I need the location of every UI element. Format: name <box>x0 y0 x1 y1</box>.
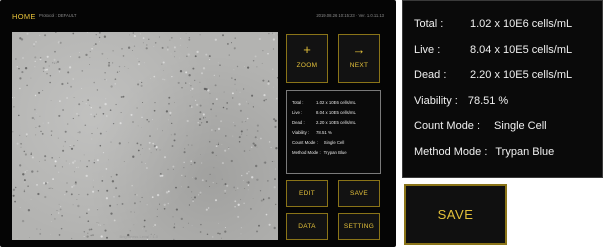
setting-button[interactable]: SETTING <box>338 213 380 240</box>
data-button[interactable]: DATA <box>286 213 328 240</box>
result-row-live: Live :8.04 x 10E5 cells/mL <box>414 43 573 56</box>
edit-button[interactable]: EDIT <box>286 180 328 207</box>
result-row-live: Live :8.04 x 10E5 cells/mL <box>292 110 356 115</box>
results-summary: Total :1.02 x 10E6 cells/mL Live :8.04 x… <box>286 90 381 174</box>
results-panel-zoomed: Total :1.02 x 10E6 cells/mL Live :8.04 x… <box>402 0 603 178</box>
zoom-button-label: ZOOM <box>296 62 318 69</box>
result-row-dead: Dead :2.20 x 10E5 cells/mL <box>292 120 356 125</box>
save-button-zoomed[interactable]: SAVE <box>404 184 507 245</box>
zoom-button[interactable]: + ZOOM <box>286 34 328 83</box>
device-screen: HOME Protocol : DEFAULT 2019.08.26 10:15… <box>0 0 396 247</box>
home-button[interactable]: HOME <box>12 12 36 21</box>
datetime-version-label: 2019.08.26 10:15:23 · Ver. 1.0.11.13 <box>316 13 384 18</box>
protocol-label: Protocol : DEFAULT <box>39 13 77 18</box>
result-row-method-mode: Method Mode : Trypan Blue <box>414 145 555 158</box>
plus-icon: + <box>303 42 311 57</box>
result-row-total: Total :1.02 x 10E6 cells/mL <box>292 100 356 105</box>
top-bar: HOME Protocol : DEFAULT 2019.08.26 10:15… <box>0 0 396 22</box>
arrow-right-icon: → <box>352 42 366 57</box>
result-row-dead: Dead :2.20 x 10E5 cells/mL <box>414 69 573 81</box>
result-row-viability: Viability :78.51 % <box>414 94 509 107</box>
result-row-count-mode: Count Mode : Single Cell <box>414 120 547 132</box>
result-row-total: Total :1.02 x 10E6 cells/mL <box>414 18 573 30</box>
result-row-count-mode: Count Mode : Single Cell <box>292 140 345 145</box>
brightness-level-label: Brightness Level : 1.0 <box>119 234 158 239</box>
cell-image-view[interactable]: Brightness Level : 1.0 <box>12 32 278 240</box>
cell-image-texture <box>12 32 278 240</box>
next-button[interactable]: → NEXT <box>338 34 380 83</box>
next-button-label: NEXT <box>349 62 369 69</box>
save-button[interactable]: SAVE <box>338 180 380 207</box>
result-row-viability: Viability :78.51 % <box>292 130 332 135</box>
result-row-method-mode: Method Mode : Trypan Blue <box>292 150 347 155</box>
